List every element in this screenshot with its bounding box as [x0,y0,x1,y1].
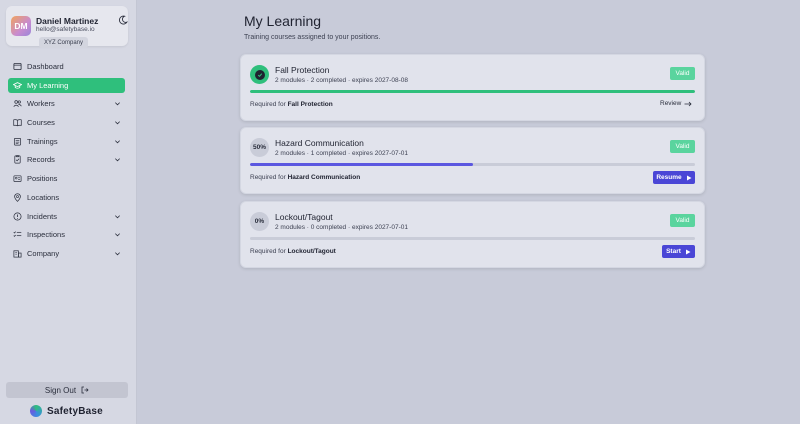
sidebar-item-trainings[interactable]: Trainings [8,134,125,149]
company-badge: XYZ Company [39,37,89,48]
sidebar-item-label: Trainings [27,136,58,146]
completed-status [250,65,269,84]
course-card-hazard-communication: 50% Hazard Communication 2 modules · 1 c… [240,127,705,194]
sidebar-item-label: My Learning [27,80,69,90]
sidebar-nav: Dashboard My Learning Workers Courses Tr… [8,59,125,265]
progress-bar [250,90,695,93]
records-icon [14,155,21,164]
chevron-down-icon [115,233,120,237]
required-position: Fall Protection [287,101,333,108]
sidebar-item-label: Records [27,155,55,165]
play-icon [685,249,691,254]
status-badge: Valid [670,67,695,80]
list-check-icon [13,231,22,238]
sidebar-item-label: Incidents [27,211,58,221]
sidebar-item-company[interactable]: Company [8,246,125,261]
required-for: Required for Lockout/Tagout [250,248,336,255]
course-card-lockout-tagout: 0% Lockout/Tagout 2 modules · 0 complete… [240,201,705,268]
review-link[interactable]: Review [660,100,692,107]
sidebar-item-my-learning[interactable]: My Learning [8,77,125,93]
sidebar-item-label: Locations [27,192,60,202]
sidebar-item-label: Company [27,248,60,258]
sidebar-item-inspections[interactable]: Inspections [8,227,125,242]
progress-fill [250,163,473,166]
sidebar: DM Daniel Martinez hello@safetybase.io X… [0,0,137,424]
status-badge: Valid [670,214,695,227]
sign-out-label: Sign Out [44,385,77,395]
required-for: Required for Fall Protection [250,101,333,108]
required-position: Hazard Communication [287,174,361,181]
id-card-icon [13,175,22,183]
progress-percent-badge: 50% [250,138,269,157]
brand: SafetyBase [30,405,103,417]
status-badge: Valid [670,140,695,153]
user-name: Daniel Martinez [36,16,99,26]
user-profile-card[interactable]: DM Daniel Martinez hello@safetybase.io X… [6,6,128,48]
chevron-down-icon [115,102,120,106]
sidebar-item-label: Inspections [27,230,65,240]
brand-name: SafetyBase [47,405,103,417]
graduation-cap-icon [13,81,22,89]
progress-bar [250,163,695,166]
check-icon [254,69,265,80]
course-title: Lockout/Tagout [275,212,333,222]
resume-button[interactable]: Resume [653,171,695,184]
progress-percent-badge: 0% [250,212,269,231]
moon-icon[interactable] [118,15,128,25]
sidebar-item-locations[interactable]: Locations [8,190,125,205]
map-pin-icon [14,193,21,202]
sidebar-item-positions[interactable]: Positions [8,171,125,186]
course-meta: 2 modules · 1 completed · expires 2027-0… [275,150,408,157]
course-title: Fall Protection [275,65,330,75]
sidebar-item-incidents[interactable]: Incidents [8,209,125,224]
sidebar-item-label: Positions [27,174,58,184]
user-email: hello@safetybase.io [36,26,95,33]
course-card-fall-protection: Fall Protection 2 modules · 2 completed … [240,54,705,121]
course-meta: 2 modules · 0 completed · expires 2027-0… [275,224,408,231]
play-icon [686,175,692,180]
building-icon [13,250,22,258]
sidebar-item-courses[interactable]: Courses [8,115,125,130]
brand-logo [30,405,42,417]
chevron-down-icon [115,121,120,125]
clipboard-icon [13,137,22,146]
chevron-down-icon [115,252,120,256]
alert-icon [13,212,22,220]
page-title: My Learning [244,13,322,29]
sidebar-item-label: Courses [27,118,55,128]
progress-fill [250,90,695,93]
review-label: Review [660,100,682,107]
dashboard-icon [13,62,22,71]
sidebar-item-dashboard[interactable]: Dashboard [8,59,125,74]
required-for: Required for Hazard Communication [250,174,361,181]
arrow-right-icon [684,101,692,106]
sidebar-item-label: Workers [27,99,55,109]
sidebar-item-records[interactable]: Records [8,152,125,167]
avatar: DM [11,16,31,36]
start-button[interactable]: Start [662,245,695,258]
book-icon [13,119,22,127]
progress-bar [250,237,695,240]
start-label: Start [666,248,681,255]
course-title: Hazard Communication [275,138,364,148]
required-position: Lockout/Tagout [287,248,336,255]
sidebar-item-label: Dashboard [27,62,64,71]
chevron-down-icon [115,140,120,144]
chevron-down-icon [115,214,120,218]
sign-out-button[interactable]: Sign Out [6,382,128,398]
sidebar-item-workers[interactable]: Workers [8,96,125,111]
resume-label: Resume [656,174,682,181]
page-subtitle: Training courses assigned to your positi… [244,34,381,41]
course-meta: 2 modules · 2 completed · expires 2027-0… [275,77,408,84]
users-icon [13,100,22,108]
chevron-down-icon [115,158,120,162]
logout-icon [81,386,89,394]
